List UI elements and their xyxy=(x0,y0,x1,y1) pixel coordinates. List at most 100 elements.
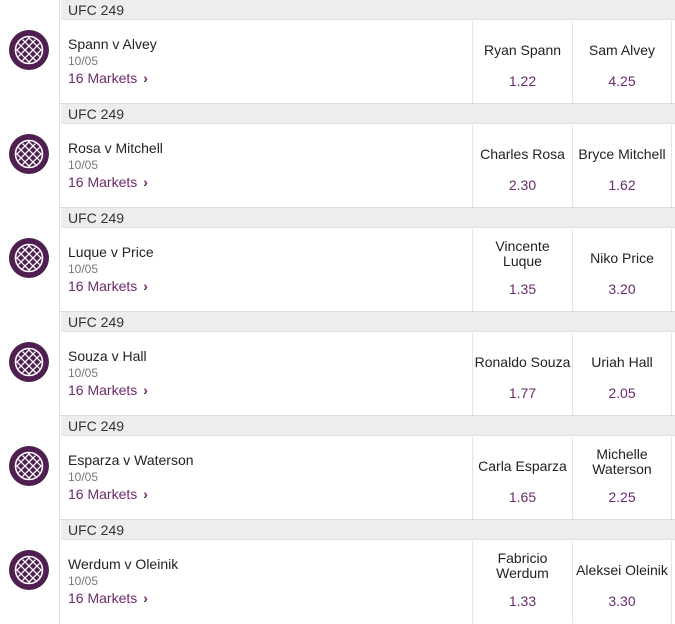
markets-link[interactable]: 16 Markets › xyxy=(68,590,148,606)
away-odds-price: 1.62 xyxy=(608,177,636,193)
competition-header: UFC 249 xyxy=(61,208,675,228)
away-name-line: Uriah Hall xyxy=(591,354,653,370)
chevron-right-icon: › xyxy=(143,486,148,502)
event-row: UFC 249 Rosa v Mitchell 10/05 16 Markets › Ch… xyxy=(0,104,675,208)
away-selection-name: Bryce Mitchell xyxy=(573,147,671,162)
match-title[interactable]: Werdum v Oleinik xyxy=(68,556,178,572)
home-odds-button[interactable]: Ryan Spann 1.22 xyxy=(472,21,572,103)
competition-header: UFC 249 xyxy=(61,416,675,436)
home-odds-price: 1.33 xyxy=(508,593,537,609)
away-selection-name: Michelle Waterson xyxy=(573,447,671,477)
markets-label: 16 Markets xyxy=(68,174,138,190)
sport-icon-column xyxy=(0,520,60,624)
home-name-line: Vincente xyxy=(495,238,550,254)
competition-header: UFC 249 xyxy=(61,104,675,124)
match-date: 10/05 xyxy=(68,470,99,484)
away-selection-name: Uriah Hall xyxy=(573,355,671,370)
home-name-line: Charles Rosa xyxy=(480,146,565,162)
sport-icon-column xyxy=(0,104,60,208)
home-selection-name: Carla Esparza xyxy=(473,459,572,474)
event-row: UFC 249 Souza v Hall 10/05 16 Markets › Ronal… xyxy=(0,312,675,416)
match-title[interactable]: Luque v Price xyxy=(68,244,154,260)
home-selection-name: Ronaldo Souza xyxy=(473,355,572,370)
match-title[interactable]: Esparza v Waterson xyxy=(68,452,194,468)
match-info: Werdum v Oleinik 10/05 16 Markets › xyxy=(68,556,178,608)
home-odds-button[interactable]: Charles Rosa 2.30 xyxy=(472,125,572,207)
markets-link[interactable]: 16 Markets › xyxy=(68,70,148,86)
match-title[interactable]: Spann v Alvey xyxy=(68,36,157,52)
mma-cage-icon xyxy=(9,134,49,174)
away-odds-price: 4.25 xyxy=(608,73,636,89)
event-row: UFC 249 Spann v Alvey 10/05 16 Markets › Ryan… xyxy=(0,0,675,104)
markets-link[interactable]: 16 Markets › xyxy=(68,278,148,294)
mma-cage-icon xyxy=(9,446,49,486)
markets-link[interactable]: 16 Markets › xyxy=(68,486,148,502)
competition-header: UFC 249 xyxy=(61,520,675,540)
home-odds-price: 1.65 xyxy=(508,489,537,505)
home-name-line: Werdum xyxy=(496,565,549,581)
markets-label: 16 Markets xyxy=(68,590,138,606)
away-name-line: Waterson xyxy=(592,461,652,477)
match-title[interactable]: Rosa v Mitchell xyxy=(68,140,163,156)
home-selection-name: Charles Rosa xyxy=(473,147,572,162)
sport-icon-column xyxy=(0,0,60,104)
mma-cage-icon xyxy=(9,238,49,278)
match-date: 10/05 xyxy=(68,366,99,380)
away-odds-button[interactable]: Uriah Hall 2.05 xyxy=(572,333,672,415)
markets-link[interactable]: 16 Markets › xyxy=(68,382,148,398)
markets-label: 16 Markets xyxy=(68,278,138,294)
away-name-line: Niko Price xyxy=(590,250,654,266)
mma-cage-icon xyxy=(9,550,49,590)
sport-icon-column xyxy=(0,416,60,520)
away-odds-button[interactable]: Niko Price 3.20 xyxy=(572,229,672,311)
match-date: 10/05 xyxy=(68,158,99,172)
away-name-line: Bryce Mitchell xyxy=(578,146,666,162)
event-row: UFC 249 Werdum v Oleinik 10/05 16 Markets › F… xyxy=(0,520,675,624)
mma-cage-icon xyxy=(9,342,49,382)
away-odds-button[interactable]: Sam Alvey 4.25 xyxy=(572,21,672,103)
home-selection-name: Fabricio Werdum xyxy=(473,551,572,581)
home-odds-price: 1.35 xyxy=(508,281,537,297)
match-date: 10/05 xyxy=(68,574,99,588)
home-odds-price: 1.77 xyxy=(508,385,537,401)
event-list: UFC 249 Spann v Alvey 10/05 16 Markets › Ryan… xyxy=(0,0,675,624)
away-selection-name: Niko Price xyxy=(573,251,671,266)
away-selection-name: Aleksei Oleinik xyxy=(573,563,671,578)
away-name-line: Aleksei Oleinik xyxy=(576,562,668,578)
match-info: Esparza v Waterson 10/05 16 Markets › xyxy=(68,452,194,504)
markets-label: 16 Markets xyxy=(68,382,138,398)
home-name-line: Carla Esparza xyxy=(478,458,567,474)
chevron-right-icon: › xyxy=(143,590,148,606)
match-info: Luque v Price 10/05 16 Markets › xyxy=(68,244,154,296)
away-odds-price: 2.05 xyxy=(608,385,636,401)
home-name-line: Ryan Spann xyxy=(483,42,562,58)
away-odds-button[interactable]: Bryce Mitchell 1.62 xyxy=(572,125,672,207)
home-name-line: Ronaldo Souza xyxy=(474,354,571,370)
home-odds-button[interactable]: Vincente Luque 1.35 xyxy=(472,229,572,311)
event-row: UFC 249 Luque v Price 10/05 16 Markets › Vinc… xyxy=(0,208,675,312)
home-odds-price: 1.22 xyxy=(508,73,537,89)
away-selection-name: Sam Alvey xyxy=(573,43,671,58)
markets-label: 16 Markets xyxy=(68,486,138,502)
chevron-right-icon: › xyxy=(143,382,148,398)
chevron-right-icon: › xyxy=(143,174,148,190)
chevron-right-icon: › xyxy=(143,278,148,294)
home-odds-price: 2.30 xyxy=(508,177,537,193)
match-info: Rosa v Mitchell 10/05 16 Markets › xyxy=(68,140,163,192)
match-title[interactable]: Souza v Hall xyxy=(68,348,148,364)
home-odds-button[interactable]: Carla Esparza 1.65 xyxy=(472,437,572,519)
away-odds-button[interactable]: Michelle Waterson 2.25 xyxy=(572,437,672,519)
away-odds-price: 3.30 xyxy=(608,593,636,609)
home-odds-button[interactable]: Ronaldo Souza 1.77 xyxy=(472,333,572,415)
away-odds-price: 2.25 xyxy=(608,489,636,505)
home-name-line: Fabricio xyxy=(497,550,548,566)
match-date: 10/05 xyxy=(68,262,99,276)
away-odds-button[interactable]: Aleksei Oleinik 3.30 xyxy=(572,541,672,623)
chevron-right-icon: › xyxy=(143,70,148,86)
competition-header: UFC 249 xyxy=(61,312,675,332)
match-info: Spann v Alvey 10/05 16 Markets › xyxy=(68,36,157,88)
home-selection-name: Ryan Spann xyxy=(473,43,572,58)
home-odds-button[interactable]: Fabricio Werdum 1.33 xyxy=(472,541,572,623)
markets-link[interactable]: 16 Markets › xyxy=(68,174,148,190)
away-name-line: Michelle xyxy=(596,446,648,462)
